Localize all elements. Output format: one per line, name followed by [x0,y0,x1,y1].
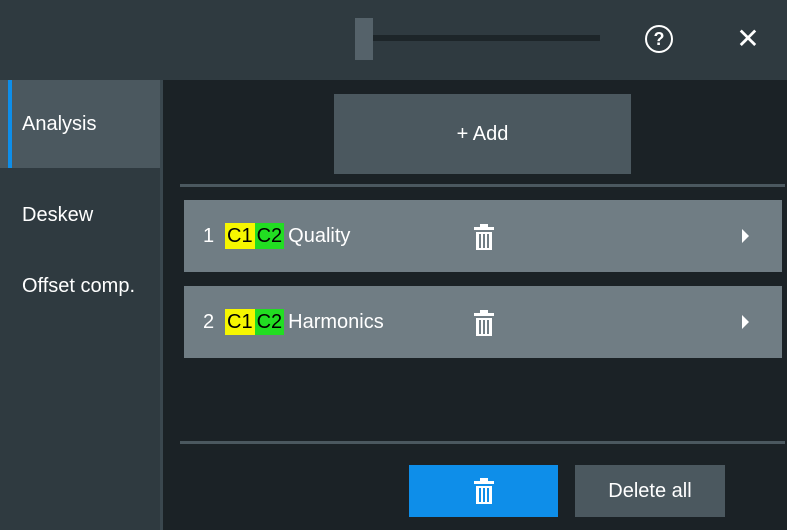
sidebar-item-label: Analysis [22,113,97,135]
help-icon[interactable]: ? [645,25,673,53]
position-slider-track[interactable] [355,35,600,41]
title-bar: ? ✕ [0,0,787,80]
sidebar-item-analysis[interactable]: Analysis [0,80,160,168]
trash-icon[interactable] [474,224,494,250]
delete-all-label: Delete all [608,479,692,502]
delete-selected-button[interactable] [409,465,558,517]
delete-all-button[interactable]: Delete all [575,465,725,517]
channel-badge-c1: C1 [225,309,255,335]
chevron-right-icon[interactable] [742,315,749,329]
channel-badge-c2: C2 [254,223,285,249]
sidebar-item-label: Deskew [22,204,94,226]
row-title: Harmonics [288,310,384,333]
sidebar-item-label: Offset comp. [22,275,136,297]
list-item-quality[interactable]: 1 C1 C2 Quality [184,200,782,272]
row-index: 2 [203,310,215,333]
row-title: Quality [288,224,351,247]
channel-badge-c1: C1 [225,223,255,249]
trash-icon[interactable] [474,310,494,336]
position-slider-thumb[interactable] [355,18,373,60]
close-icon[interactable]: ✕ [733,20,763,56]
divider-bottom [180,441,785,444]
active-tab-indicator [8,80,12,168]
add-button-label: + Add [456,122,509,145]
sidebar-divider [160,80,163,530]
add-button[interactable]: + Add [334,94,631,174]
sidebar-item-deskew[interactable]: Deskew [0,203,160,227]
list-item-harmonics[interactable]: 2 C1 C2 Harmonics [184,286,782,358]
chevron-right-icon[interactable] [742,229,749,243]
channel-badge-c2: C2 [254,309,285,335]
sidebar-item-offset-comp[interactable]: Offset comp. [0,274,140,298]
row-index: 1 [203,224,215,247]
divider-top [180,184,785,187]
trash-icon [473,478,494,504]
